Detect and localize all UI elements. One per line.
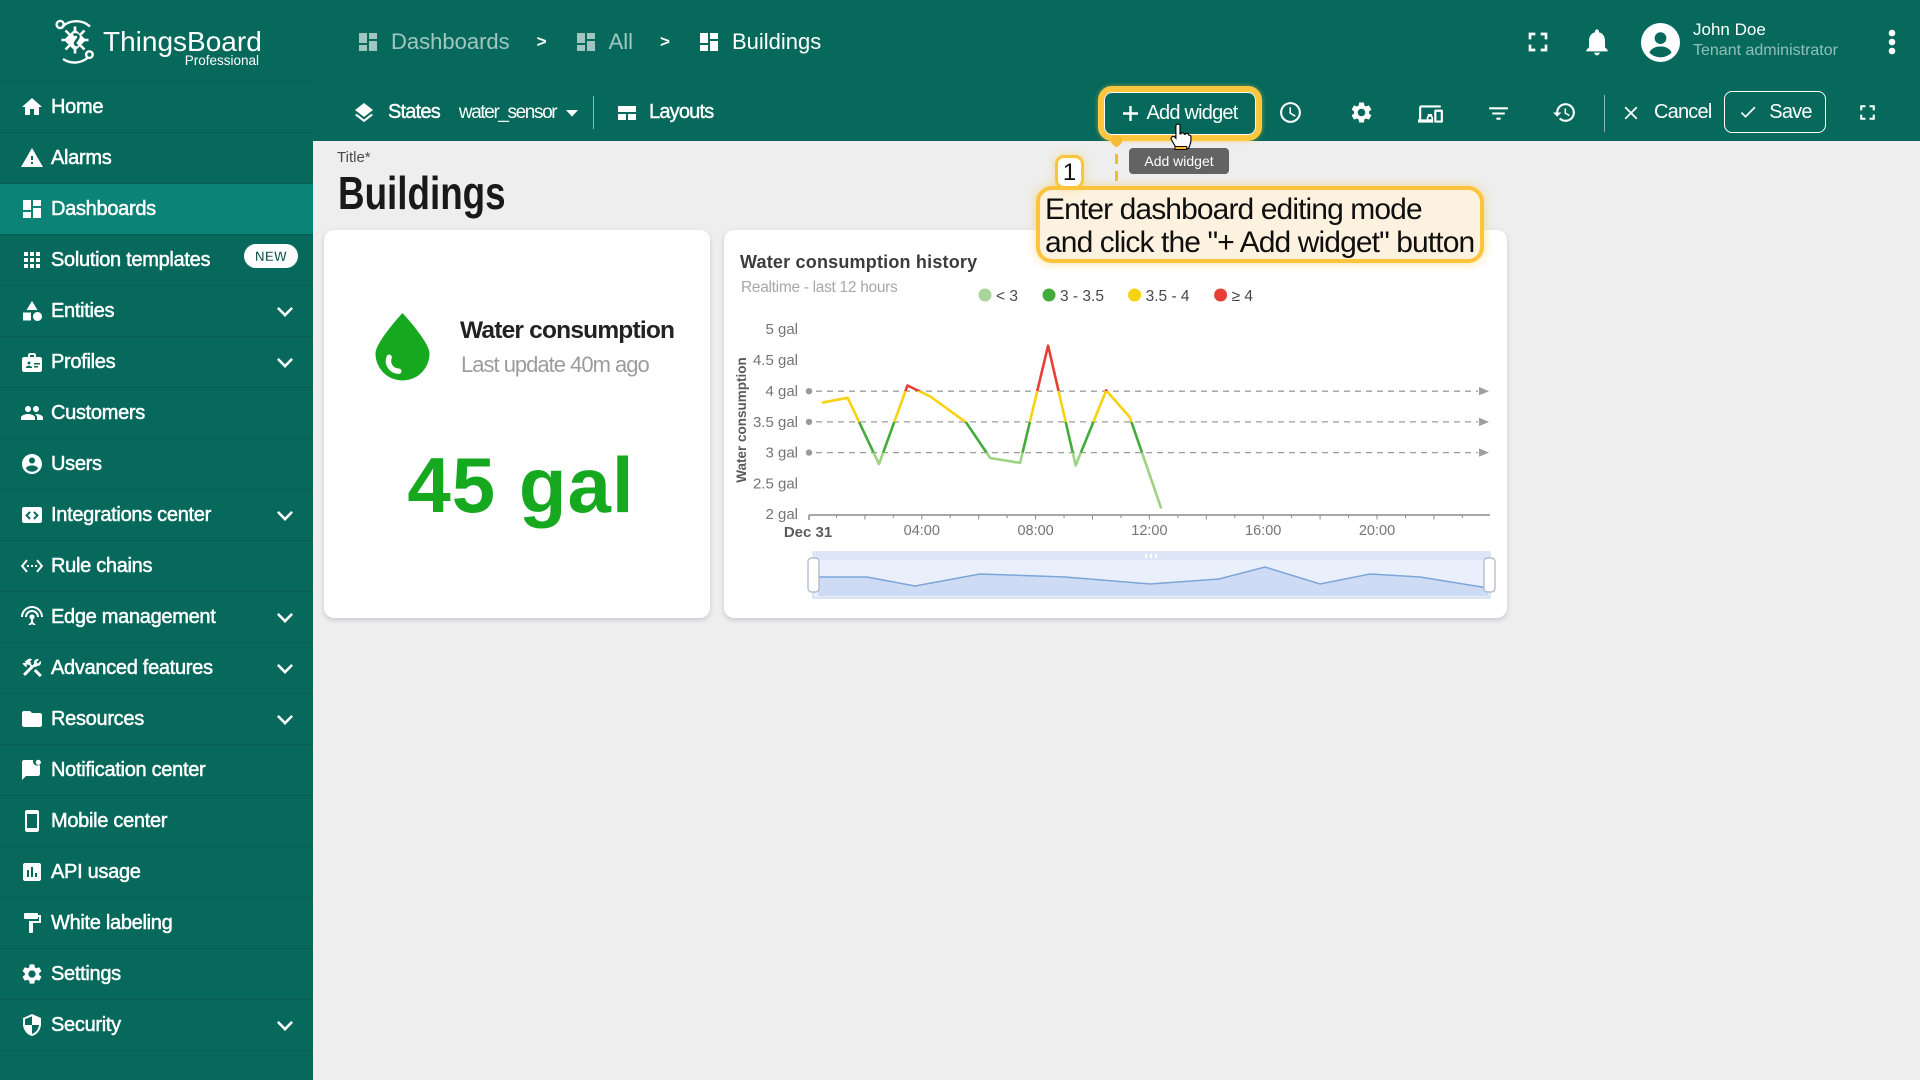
svg-text:04:00: 04:00 bbox=[904, 523, 940, 539]
svg-text:Dec 31: Dec 31 bbox=[784, 524, 832, 541]
svg-text:Water consumption: Water consumption bbox=[734, 357, 749, 483]
svg-text:3.5 gal: 3.5 gal bbox=[753, 414, 798, 431]
svg-text:16:00: 16:00 bbox=[1245, 523, 1281, 539]
svg-text:08:00: 08:00 bbox=[1017, 523, 1053, 539]
svg-text:≥ 4: ≥ 4 bbox=[1232, 288, 1254, 305]
svg-text:3 - 3.5: 3 - 3.5 bbox=[1060, 288, 1104, 305]
svg-text:20:00: 20:00 bbox=[1359, 523, 1395, 539]
svg-text:2 gal: 2 gal bbox=[765, 506, 798, 523]
svg-text:3 gal: 3 gal bbox=[765, 445, 798, 462]
svg-text:3.5 - 4: 3.5 - 4 bbox=[1146, 288, 1190, 305]
svg-text:5 gal: 5 gal bbox=[765, 321, 798, 338]
svg-text:2.5 gal: 2.5 gal bbox=[753, 475, 798, 492]
svg-text:< 3: < 3 bbox=[996, 288, 1018, 305]
svg-text:4 gal: 4 gal bbox=[765, 383, 798, 400]
svg-text:12:00: 12:00 bbox=[1131, 523, 1167, 539]
svg-text:4.5 gal: 4.5 gal bbox=[753, 352, 798, 369]
